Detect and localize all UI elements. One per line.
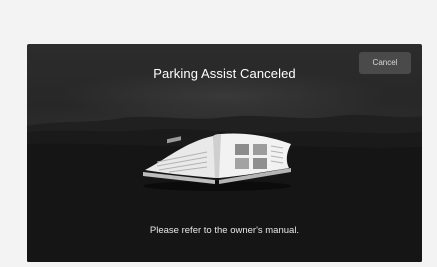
instruction-message: Please refer to the owner's manual.: [149, 225, 300, 236]
display-frame: Parking Assist Canceled Cancel Please re…: [0, 0, 437, 267]
open-book-icon: [143, 133, 291, 191]
cancel-button[interactable]: Cancel: [359, 52, 411, 74]
parking-assist-screen: Parking Assist Canceled Cancel Please re…: [27, 44, 422, 262]
